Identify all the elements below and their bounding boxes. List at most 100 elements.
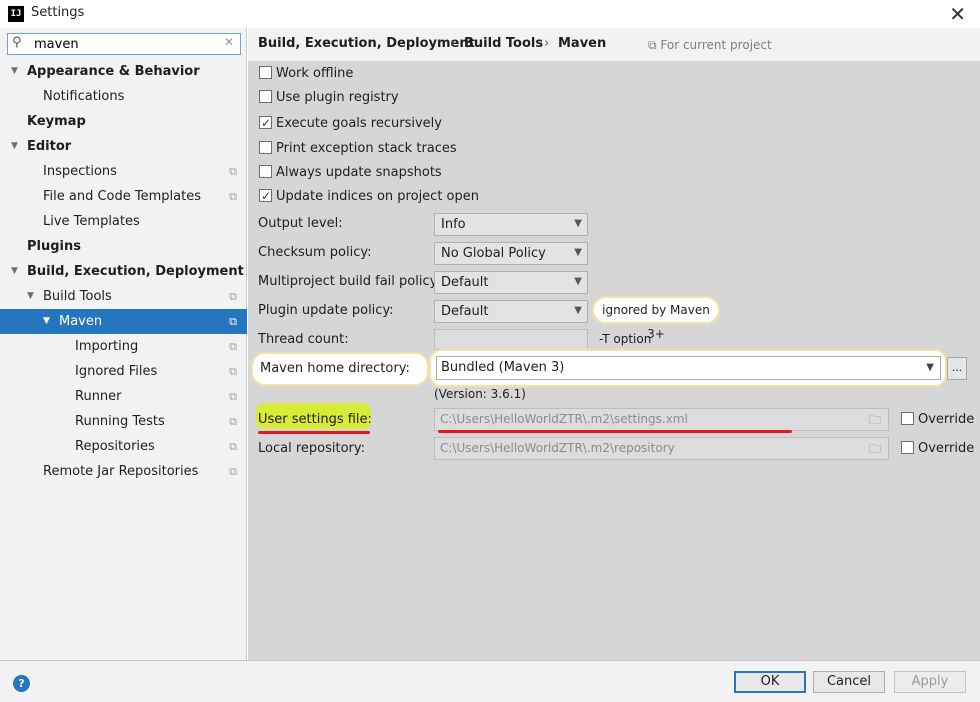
user-settings-file-field[interactable]: C:\Users\HelloWorldZTR\.m2\settings.xml … xyxy=(434,408,889,431)
expand-arrow-icon[interactable]: ▼ xyxy=(11,134,18,159)
sidebar-item-plugins[interactable]: Plugins xyxy=(0,234,247,259)
chevron-down-icon: ▼ xyxy=(574,305,582,316)
checkbox-label: Always update snapshots xyxy=(276,165,442,180)
breadcrumb-item-build-tools[interactable]: Build Tools xyxy=(464,36,543,51)
project-level-icon: ⧉ xyxy=(229,340,237,353)
checkbox[interactable] xyxy=(259,186,272,206)
option-use-plugin-registry[interactable]: Use plugin registry xyxy=(259,88,399,108)
checkbox[interactable] xyxy=(259,113,272,133)
option-always-update-snapshots[interactable]: Always update snapshots xyxy=(259,163,442,183)
sidebar-item-label: Ignored Files xyxy=(75,364,158,379)
dialog-button-bar: ? OK Cancel Apply xyxy=(0,660,980,702)
project-scope-text: For current project xyxy=(660,38,772,52)
sidebar-item-appearance-behavior[interactable]: ▼ Appearance & Behavior xyxy=(0,59,247,84)
output-level-dropdown[interactable]: Info ▼ xyxy=(434,213,588,236)
user-settings-label: User settings file: xyxy=(258,412,372,427)
local-repository-override-label: Override xyxy=(918,441,975,456)
project-scope-label: ⧉ For current project xyxy=(648,38,772,53)
search-input[interactable] xyxy=(34,36,214,52)
sidebar-item-build-tools[interactable]: ▼ Build Tools ⧉ xyxy=(0,284,247,309)
sidebar-item-label: Plugins xyxy=(27,239,81,254)
thread-count-input[interactable] xyxy=(434,329,588,350)
local-repository-override-checkbox[interactable] xyxy=(901,441,914,454)
maven-home-dropdown[interactable]: Bundled (Maven 3) ▼ xyxy=(436,356,941,380)
plugin-update-policy-dropdown[interactable]: Default ▼ xyxy=(434,300,588,323)
sidebar-item-running-tests[interactable]: Running Tests ⧉ xyxy=(0,409,247,434)
chevron-down-icon: ▼ xyxy=(574,247,582,258)
close-icon[interactable]: ✕ xyxy=(949,2,966,26)
sidebar-item-repositories[interactable]: Repositories ⧉ xyxy=(0,434,247,459)
checksum-policy-dropdown[interactable]: No Global Policy ▼ xyxy=(434,242,588,265)
multiproject-fail-policy-dropdown[interactable]: Default ▼ xyxy=(434,271,588,294)
sidebar-item-maven[interactable]: ▼ Maven ⧉ xyxy=(0,309,247,334)
folder-icon[interactable]: 🗀 xyxy=(869,411,885,427)
chevron-down-icon: ▼ xyxy=(926,362,934,373)
intellij-app-icon: IJ xyxy=(8,6,24,22)
project-level-icon: ⧉ xyxy=(229,415,237,428)
expand-arrow-icon[interactable]: ▼ xyxy=(27,284,34,309)
multiproject-fail-policy-label: Multiproject build fail policy: xyxy=(258,274,441,289)
thread-count-label: Thread count: xyxy=(258,332,349,347)
checkbox-label: Print exception stack traces xyxy=(276,141,457,156)
sidebar-item-editor[interactable]: ▼ Editor xyxy=(0,134,247,159)
expand-arrow-icon[interactable]: ▼ xyxy=(11,59,18,84)
option-update-indices-on-project-open[interactable]: Update indices on project open xyxy=(259,186,479,207)
option-execute-goals-recursively[interactable]: Execute goals recursively xyxy=(259,113,442,134)
sidebar-item-runner[interactable]: Runner ⧉ xyxy=(0,384,247,409)
ok-button[interactable]: OK xyxy=(734,671,806,693)
sidebar-item-file-and-code-templates[interactable]: File and Code Templates ⧉ xyxy=(0,184,247,209)
sidebar-item-importing[interactable]: Importing ⧉ xyxy=(0,334,247,359)
user-settings-override[interactable]: Override xyxy=(901,412,974,427)
maven-home-browse-button[interactable]: ... xyxy=(947,357,967,380)
sidebar-item-ignored-files[interactable]: Ignored Files ⧉ xyxy=(0,359,247,384)
output-level-label: Output level: xyxy=(258,216,343,231)
user-settings-override-checkbox[interactable] xyxy=(901,412,914,425)
checkbox[interactable] xyxy=(259,165,272,178)
local-repository-value: C:\Users\HelloWorldZTR\.m2\repository xyxy=(440,441,675,455)
settings-search[interactable]: ⚲ ✕ xyxy=(7,33,241,55)
project-level-icon: ⧉ xyxy=(229,315,237,328)
breadcrumb: Build, Execution, Deployment › Build Too… xyxy=(248,28,980,61)
expand-arrow-icon[interactable]: ▼ xyxy=(11,259,18,284)
sidebar-item-remote-jar-repositories[interactable]: Remote Jar Repositories ⧉ xyxy=(0,459,247,484)
chevron-down-icon: ▼ xyxy=(574,276,582,287)
local-repository-field[interactable]: C:\Users\HelloWorldZTR\.m2\repository 🗀 xyxy=(434,437,889,460)
cancel-button[interactable]: Cancel xyxy=(813,671,885,693)
folder-icon[interactable]: 🗀 xyxy=(869,440,885,456)
sidebar-item-label: Running Tests xyxy=(75,414,165,429)
maven-home-value: Bundled (Maven 3) xyxy=(441,360,565,375)
checkbox[interactable] xyxy=(259,90,272,103)
sidebar-item-build-execution-deployment[interactable]: ▼ Build, Execution, Deployment xyxy=(0,259,247,284)
apply-button[interactable]: Apply xyxy=(894,671,966,693)
local-repository-override[interactable]: Override xyxy=(901,441,974,456)
sidebar-item-keymap[interactable]: Keymap xyxy=(0,109,247,134)
sidebar-item-label: Remote Jar Repositories xyxy=(43,464,199,479)
option-work-offline[interactable]: Work offline xyxy=(259,64,353,84)
sidebar-item-inspections[interactable]: Inspections ⧉ xyxy=(0,159,247,184)
sidebar-item-label: Build Tools xyxy=(43,289,112,304)
checkbox[interactable] xyxy=(259,66,272,79)
clear-search-icon[interactable]: ✕ xyxy=(224,35,234,49)
breadcrumb-item-build-execution-deployment[interactable]: Build, Execution, Deployment xyxy=(258,36,475,51)
checksum-policy-value: No Global Policy xyxy=(441,246,546,261)
checksum-policy-label: Checksum policy: xyxy=(258,245,372,260)
sidebar-item-label: Editor xyxy=(27,139,72,154)
user-settings-override-label: Override xyxy=(918,412,975,427)
sidebar-item-label: Build, Execution, Deployment xyxy=(27,264,244,279)
checkbox[interactable] xyxy=(259,141,272,154)
sidebar-item-label: Importing xyxy=(75,339,139,354)
help-icon[interactable]: ? xyxy=(13,675,30,692)
breadcrumb-separator: › xyxy=(450,36,456,51)
sidebar-item-notifications[interactable]: Notifications xyxy=(0,84,247,109)
project-level-icon: ⧉ xyxy=(229,440,237,453)
sidebar-item-label: Inspections xyxy=(43,164,117,179)
project-level-icon: ⧉ xyxy=(229,190,237,203)
plugin-update-note: ignored by Maven 3+ xyxy=(592,296,720,341)
expand-arrow-icon[interactable]: ▼ xyxy=(43,309,50,334)
sidebar-item-live-templates[interactable]: Live Templates xyxy=(0,209,247,234)
option-print-exception-stack-traces[interactable]: Print exception stack traces xyxy=(259,139,457,159)
plugin-update-policy-label: Plugin update policy: xyxy=(258,303,394,318)
checkbox-label: Update indices on project open xyxy=(276,189,479,204)
sidebar-item-label: Maven xyxy=(59,314,103,329)
project-level-icon: ⧉ xyxy=(229,390,237,403)
